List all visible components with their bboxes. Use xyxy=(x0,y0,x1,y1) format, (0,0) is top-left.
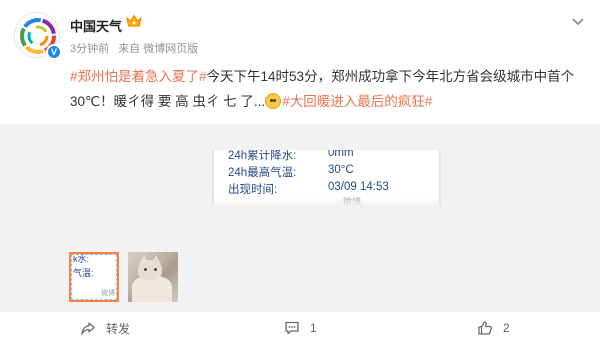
comment-icon xyxy=(285,321,299,335)
cat-eye xyxy=(144,268,147,271)
account-name[interactable]: 中国天气 xyxy=(70,16,122,35)
comment-button[interactable]: 1 xyxy=(284,320,317,336)
thumbnail-cat-photo[interactable] xyxy=(128,252,178,302)
card-value: 30°C xyxy=(328,164,354,176)
card-label: 24h累计降水: xyxy=(228,150,297,162)
thumbs-up-icon xyxy=(478,321,492,335)
astonished-emoji-icon xyxy=(265,93,282,109)
post-source: 来自 微博网页版 xyxy=(118,43,199,55)
card-label: 出现时间: xyxy=(228,184,278,196)
share-icon xyxy=(81,321,95,335)
action-bar: 转发 1 2 xyxy=(0,312,600,347)
topic-link[interactable]: #大回暖进入最后的疯狂# xyxy=(282,94,432,109)
comment-count: 1 xyxy=(310,321,317,335)
share-label: 转发 xyxy=(106,322,131,336)
card-row: 24h最高气温: 30°C xyxy=(228,164,354,180)
watermark: 微博 xyxy=(101,290,115,297)
post-header: V 中国天气 3分钟前 来自 微博网页版 xyxy=(0,0,600,64)
avatar[interactable]: V xyxy=(14,12,62,60)
thumbnail-selected[interactable]: k水: 气温: 微博 xyxy=(69,252,119,302)
media-area: 24h累计降水: 0mm 24h最高气温: 30°C 出现时间: 03/09 1… xyxy=(0,124,600,312)
crown-icon[interactable] xyxy=(126,14,142,28)
cat-eye xyxy=(154,268,157,271)
card-label: 24h最高气温: xyxy=(228,167,297,179)
share-button[interactable]: 转发 xyxy=(80,320,130,337)
card-fade xyxy=(214,198,439,206)
card-row: 24h累计降水: 0mm xyxy=(228,150,354,163)
chevron-down-icon[interactable] xyxy=(570,16,586,28)
post-meta: 3分钟前 来自 微博网页版 xyxy=(70,40,204,56)
card-value: 0mm xyxy=(328,150,354,159)
thumbnail-text: 气温: xyxy=(73,268,94,278)
like-button[interactable]: 2 xyxy=(477,320,510,336)
post-time[interactable]: 3分钟前 xyxy=(70,43,109,55)
verified-badge-icon: V xyxy=(46,44,62,60)
card-row: 出现时间: 03/09 14:53 xyxy=(228,181,389,197)
topic-link[interactable]: #郑州怕是着急入夏了# xyxy=(70,69,207,84)
like-count: 2 xyxy=(503,321,510,335)
cat-head xyxy=(138,260,162,280)
post-text: #郑州怕是着急入夏了#今天下午14时53分，郑州成功拿下今年北方省会级城市中首个… xyxy=(70,64,580,114)
image-preview-card[interactable]: 24h累计降水: 0mm 24h最高气温: 30°C 出现时间: 03/09 1… xyxy=(212,150,441,206)
thumbnail-text: k水: xyxy=(73,254,90,264)
